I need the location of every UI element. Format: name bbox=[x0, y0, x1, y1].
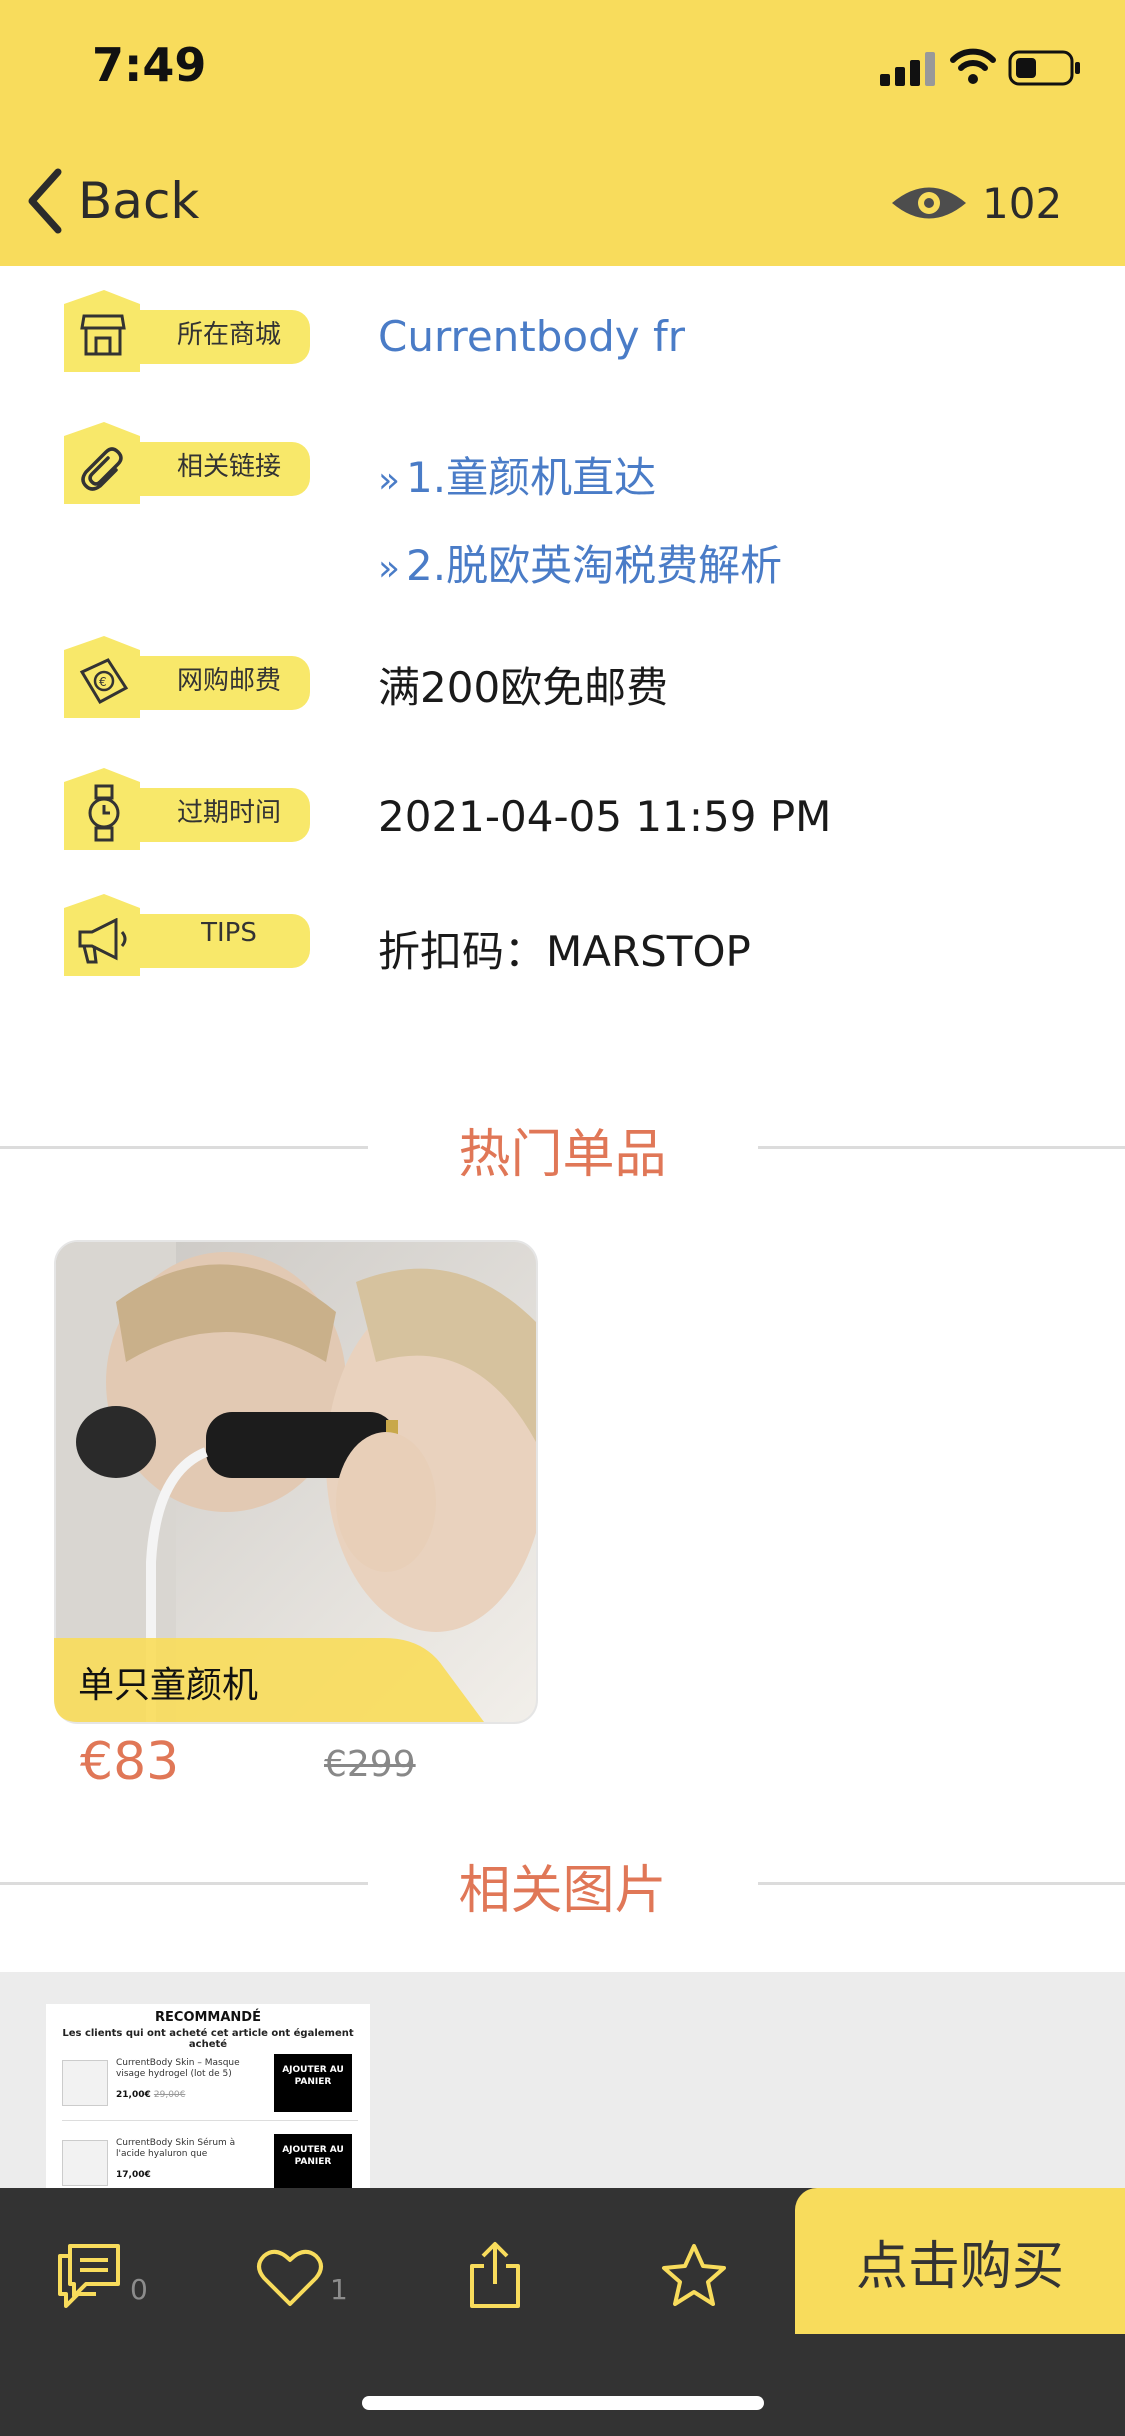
shipping-value: 满200欧免邮费 bbox=[378, 663, 669, 712]
badge-label: 过期时间 bbox=[176, 798, 281, 828]
megaphone-icon bbox=[78, 918, 127, 964]
comment-button[interactable]: 0 bbox=[56, 2220, 148, 2310]
favorite-button[interactable] bbox=[660, 2220, 728, 2310]
thumb-title: RECOMMANDÉ bbox=[155, 2010, 261, 2025]
thumb-item-price: 17,00€ bbox=[116, 2170, 151, 2180]
share-icon bbox=[470, 2242, 520, 2308]
badge-label: 相关链接 bbox=[176, 452, 281, 482]
eye-icon bbox=[892, 187, 966, 219]
gallery-thumbnail[interactable]: RECOMMANDÉ Les clients qui ont acheté ce… bbox=[46, 2004, 370, 2192]
badge-label: 网购邮费 bbox=[176, 666, 281, 696]
chevron-left-icon bbox=[28, 168, 62, 234]
related-link-1[interactable]: » 1.童颜机直达 bbox=[378, 444, 656, 505]
badge-store: 所在商城 bbox=[64, 290, 314, 374]
like-button[interactable]: 1 bbox=[256, 2220, 348, 2310]
thumb-item-button: AJOUTER AU PANIER bbox=[274, 2054, 352, 2112]
back-button[interactable]: Back bbox=[24, 166, 199, 236]
thumb-subtitle: Les clients qui ont acheté cet article o… bbox=[62, 2028, 354, 2050]
section-title-hot: 热门单品 bbox=[458, 1125, 667, 1185]
badge-label: 所在商城 bbox=[176, 320, 281, 350]
home-indicator bbox=[362, 2396, 764, 2410]
share-button[interactable] bbox=[466, 2220, 524, 2310]
related-link-1-label: 1.童颜机直达 bbox=[406, 453, 657, 502]
svg-text:€: € bbox=[99, 675, 107, 689]
store-icon bbox=[80, 314, 126, 356]
paperclip-icon bbox=[81, 447, 123, 491]
badge-expiry: 过期时间 bbox=[64, 768, 314, 852]
thumb-item-name: CurrentBody Skin – Masque visage hydroge… bbox=[116, 2058, 240, 2079]
heart-icon bbox=[257, 2249, 323, 2306]
thumb-item-price: 21,00€ 29,00€ bbox=[116, 2090, 186, 2100]
expiry-value: 2021-04-05 11:59 PM bbox=[378, 792, 832, 841]
thumb-item: CurrentBody Skin Sérum à l'acide hyaluro… bbox=[62, 2134, 358, 2192]
thumb-item-button: AJOUTER AU PANIER bbox=[274, 2134, 352, 2192]
buy-button[interactable]: 点击购买 bbox=[795, 2188, 1125, 2334]
thumb-item-name: CurrentBody Skin Sérum à l'acide hyaluro… bbox=[116, 2138, 236, 2159]
comment-icon bbox=[58, 2244, 120, 2308]
chevron-right-icon: » bbox=[378, 460, 401, 501]
thumb-item-image bbox=[62, 2060, 108, 2106]
badge-shipping: € 网购邮费 bbox=[64, 636, 314, 720]
badge-label: TIPS bbox=[201, 918, 257, 948]
product-name: 单只童颜机 bbox=[78, 1665, 259, 1706]
badge-tips: TIPS bbox=[64, 894, 314, 978]
section-title-images: 相关图片 bbox=[458, 1861, 667, 1921]
star-icon bbox=[662, 2244, 726, 2306]
view-counter: 102 bbox=[890, 168, 1062, 238]
signal-icon bbox=[880, 52, 935, 86]
like-count: 1 bbox=[330, 2273, 348, 2306]
back-label: Back bbox=[78, 172, 200, 230]
badge-links: 相关链接 bbox=[64, 422, 314, 506]
euro-note-icon: € bbox=[79, 658, 129, 704]
product-price: €83 bbox=[80, 1732, 180, 1792]
comment-count: 0 bbox=[130, 2273, 148, 2306]
battery-icon bbox=[1008, 50, 1080, 86]
status-time: 7:49 bbox=[92, 38, 207, 92]
watch-icon bbox=[88, 784, 120, 842]
thumb-item: CurrentBody Skin – Masque visage hydroge… bbox=[62, 2054, 358, 2114]
view-count: 102 bbox=[982, 178, 1063, 228]
wifi-icon bbox=[950, 48, 996, 84]
product-original-price: €299 bbox=[324, 1744, 416, 1785]
store-link[interactable]: Currentbody fr bbox=[378, 312, 685, 361]
thumb-item-image bbox=[62, 2140, 108, 2186]
tips-value: 折扣码：MARSTOP bbox=[378, 927, 751, 976]
related-link-2-label: 2.脱欧英淘税费解析 bbox=[406, 541, 783, 590]
chevron-right-icon: » bbox=[378, 548, 401, 589]
related-link-2[interactable]: » 2.脱欧英淘税费解析 bbox=[378, 532, 782, 593]
